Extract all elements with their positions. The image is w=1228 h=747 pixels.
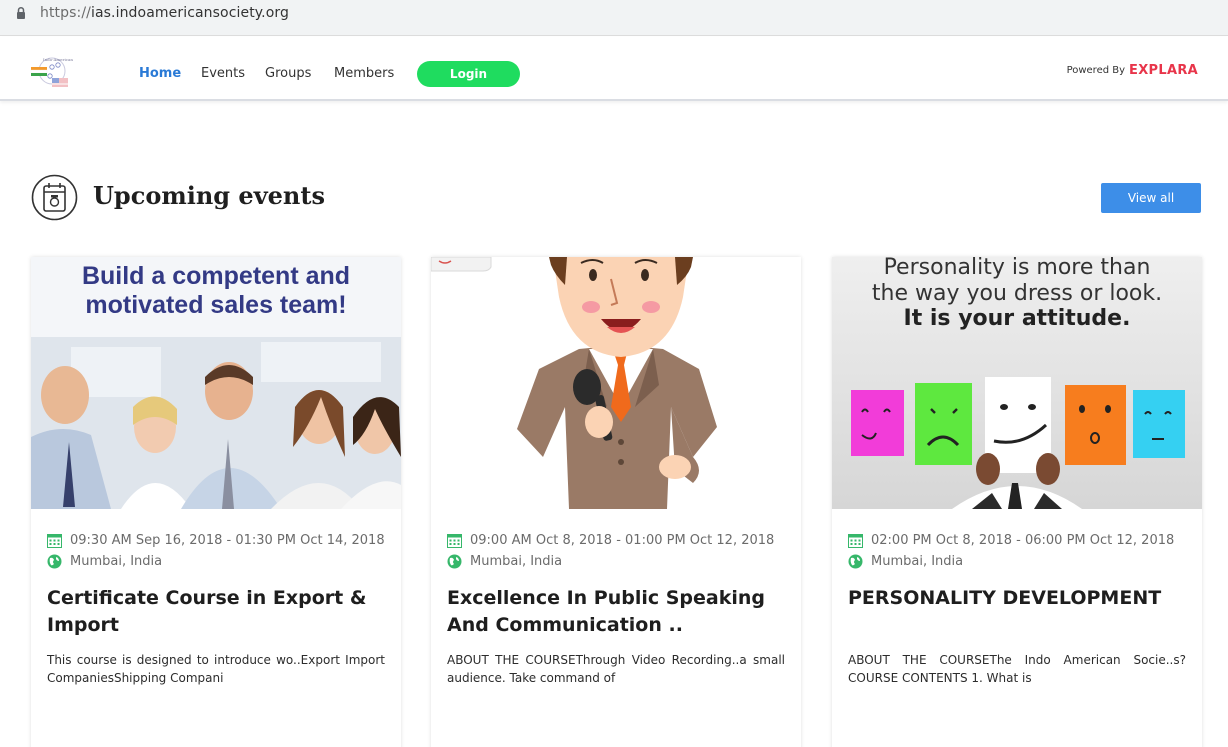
event-datetime: 02:00 PM Oct 8, 2018 - 06:00 PM Oct 12, … xyxy=(871,533,1175,548)
browser-address-bar: https://ias.indoamericansociety.org xyxy=(0,0,1228,36)
svg-text:Indo-American: Indo-American xyxy=(43,57,73,62)
event-description: ABOUT THE COURSEThe Indo American Socie.… xyxy=(848,653,1186,685)
event-title[interactable]: Certificate Course in Export & Import xyxy=(47,585,387,639)
event-location-row: Mumbai, India xyxy=(848,554,963,569)
sales-team-photo: Build a competent and motivated sales te… xyxy=(31,257,401,509)
globe-icon xyxy=(47,554,62,569)
event-title[interactable]: PERSONALITY DEVELOPMENT xyxy=(848,585,1188,612)
url-host: ias.indoamericansociety.org xyxy=(90,5,289,21)
indo-american-society-logo[interactable]: Indo-American xyxy=(30,56,76,90)
event-datetime: 09:30 AM Sep 16, 2018 - 01:30 PM Oct 14,… xyxy=(70,533,385,548)
speaker-cartoon xyxy=(431,257,801,509)
event-location: Mumbai, India xyxy=(70,554,163,569)
event-datetime: 09:00 AM Oct 8, 2018 - 01:00 PM Oct 12, … xyxy=(470,533,775,548)
nav-members[interactable]: Members xyxy=(334,66,394,81)
image-quote-line1: Personality is more than xyxy=(884,257,1151,280)
event-date-row: 09:30 AM Sep 16, 2018 - 01:30 PM Oct 14,… xyxy=(47,533,385,548)
calendar-icon xyxy=(848,534,863,548)
event-description: ABOUT THE COURSEThrough Video Recording.… xyxy=(447,653,785,685)
lock-icon xyxy=(17,6,25,19)
url-field[interactable]: https://ias.indoamericansociety.org xyxy=(40,5,289,21)
event-card[interactable]: Build a competent and motivated sales te… xyxy=(31,257,401,747)
nav-events[interactable]: Events xyxy=(201,66,245,81)
event-date-row: 09:00 AM Oct 8, 2018 - 01:00 PM Oct 12, … xyxy=(447,533,774,548)
globe-icon xyxy=(848,554,863,569)
event-card[interactable]: Personality is more than the way you dre… xyxy=(832,257,1202,747)
image-headline-line1: Build a competent and xyxy=(82,262,350,290)
section-title: Upcoming events xyxy=(93,181,325,210)
event-location-row: Mumbai, India xyxy=(47,554,162,569)
globe-icon xyxy=(447,554,462,569)
url-protocol: https:// xyxy=(40,5,91,21)
nav-groups[interactable]: Groups xyxy=(265,66,311,81)
event-title[interactable]: Excellence In Public Speaking And Commun… xyxy=(447,585,787,639)
event-location: Mumbai, India xyxy=(470,554,563,569)
powered-by[interactable]: Powered By EXPLARA xyxy=(1067,63,1198,78)
login-button[interactable]: Login xyxy=(417,61,520,87)
event-description: This course is designed to introduce wo.… xyxy=(47,653,385,685)
powered-by-label: Powered By xyxy=(1066,65,1126,76)
image-quote-line2: the way you dress or look. xyxy=(872,281,1162,306)
calendar-camera-icon xyxy=(31,174,78,221)
image-headline-line2: motivated sales team! xyxy=(85,291,346,319)
event-location: Mumbai, India xyxy=(871,554,964,569)
event-date-row: 02:00 PM Oct 8, 2018 - 06:00 PM Oct 12, … xyxy=(848,533,1174,548)
event-image-personality: Personality is more than the way you dre… xyxy=(832,257,1202,509)
image-quote-line3: It is your attitude. xyxy=(904,306,1131,331)
nav-home[interactable]: Home xyxy=(139,66,181,81)
view-all-button[interactable]: View all xyxy=(1101,183,1201,213)
event-card[interactable]: 09:00 AM Oct 8, 2018 - 01:00 PM Oct 12, … xyxy=(431,257,801,747)
event-location-row: Mumbai, India xyxy=(447,554,562,569)
site-header: Indo-American Home Events Groups Members… xyxy=(0,37,1228,101)
event-image-public-speaking xyxy=(431,257,801,509)
event-image-sales-team: Build a competent and motivated sales te… xyxy=(31,257,401,509)
explara-logo: EXPLARA xyxy=(1129,63,1198,78)
calendar-icon xyxy=(447,534,462,548)
calendar-icon xyxy=(47,534,62,548)
attitude-faces-photo: Personality is more than the way you dre… xyxy=(832,257,1202,509)
